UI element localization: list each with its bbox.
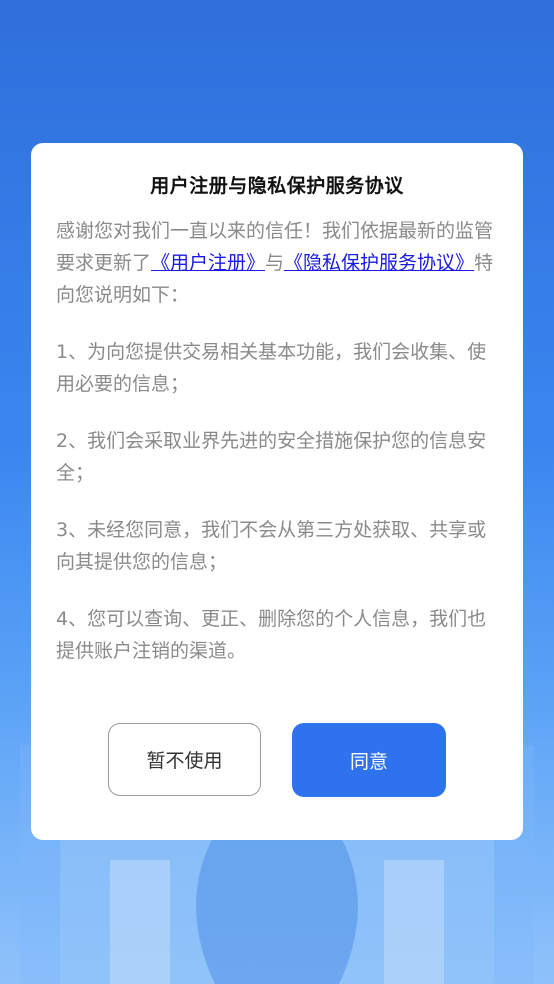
agreement-item-1: 1、为向您提供交易相关基本功能，我们会收集、使用必要的信息； [56, 341, 487, 395]
dialog-intro: 感谢您对我们一直以来的信任！我们依据最新的监管要求更新了《用户注册》与《隐私保护… [56, 215, 498, 311]
user-registration-link[interactable]: 《用户注册》 [151, 252, 265, 274]
privacy-agreement-link[interactable]: 《隐私保护服务协议》 [284, 252, 474, 274]
agreement-item-2: 2、我们会采取业界先进的安全措施保护您的信息安全； [56, 430, 487, 484]
dialog-button-row: 暂不使用 同意 [31, 723, 523, 797]
decline-button[interactable]: 暂不使用 [108, 723, 261, 796]
agree-button[interactable]: 同意 [292, 723, 446, 797]
agreement-item-4: 4、您可以查询、更正、删除您的个人信息，我们也提供账户注销的渠道。 [56, 608, 487, 662]
intro-connector: 与 [265, 252, 285, 274]
privacy-agreement-dialog: 用户注册与隐私保护服务协议 感谢您对我们一直以来的信任！我们依据最新的监管要求更… [31, 143, 523, 840]
dialog-title: 用户注册与隐私保护服务协议 [150, 175, 404, 197]
agreement-item-3: 3、未经您同意，我们不会从第三方处获取、共享或向其提供您的信息； [56, 519, 487, 573]
